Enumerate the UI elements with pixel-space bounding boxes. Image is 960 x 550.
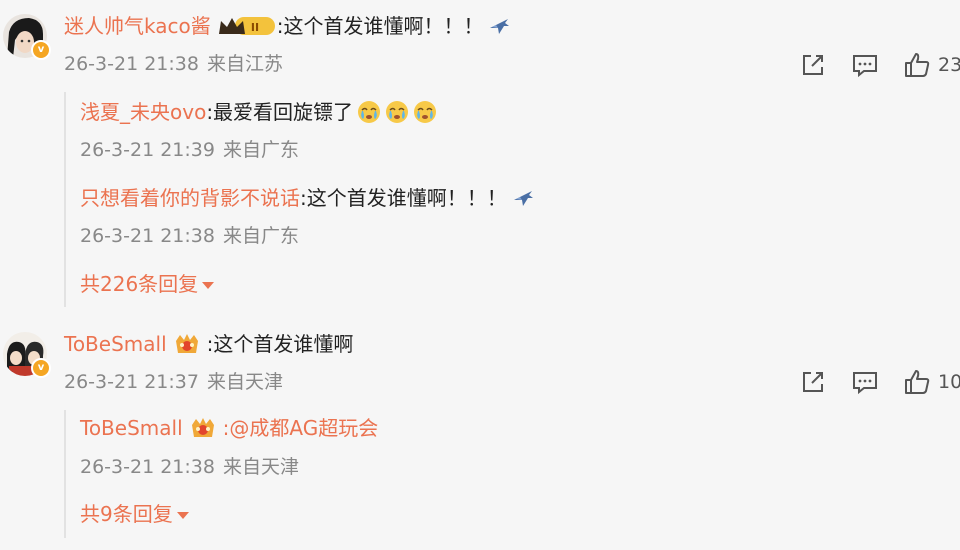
reply-meta: 26-3-21 21:38 来自天津 [80, 454, 299, 480]
verified-badge-icon: v [31, 40, 51, 60]
reply-meta: 26-3-21 21:38 来自广东 [80, 223, 299, 249]
vip-badge-icon [175, 334, 198, 353]
reply-username[interactable]: 浅夏_未央ovo [80, 100, 206, 124]
reply-text-line: ToBeSmall :@成都AG超玩会 [80, 414, 378, 442]
share-icon[interactable] [798, 50, 828, 80]
comment-text-line: 迷人帅气kaco酱 II :这个首发谁懂啊！！！ [64, 12, 511, 40]
more-replies-link[interactable]: 共226条回复 [80, 270, 215, 298]
comment-content: :这个首发谁懂啊！！！ [276, 14, 484, 38]
timestamp: 26-3-21 21:38 [64, 53, 199, 75]
caret-down-icon [202, 282, 215, 289]
reply-content: :这个首发谁懂啊！！！ [300, 186, 507, 210]
crying-emoji-icon [414, 101, 437, 123]
like-count: 10 [938, 371, 960, 393]
location: 来自天津 [206, 371, 283, 393]
timestamp: 26-3-21 21:39 [80, 139, 215, 161]
comment-content: :这个首发谁懂啊 [206, 332, 354, 356]
reply-username[interactable]: 只想看着你的背影不说话 [80, 186, 300, 210]
comment-meta: 26-3-21 21:38 来自江苏 [64, 51, 283, 77]
caret-down-icon [176, 512, 189, 519]
badge-level: II [251, 21, 259, 34]
reply-text-line: 只想看着你的背影不说话:这个首发谁懂啊！！！ [80, 184, 535, 212]
like-count: 23 [938, 54, 960, 76]
timestamp: 26-3-21 21:37 [64, 371, 199, 393]
airplane-emoji-icon [490, 19, 510, 34]
timestamp: 26-3-21 21:38 [80, 456, 215, 478]
crown-badge-icon: II [218, 17, 275, 35]
comment-meta: 26-3-21 21:37 来自天津 [64, 369, 283, 395]
more-replies-label: 共9条回复 [80, 502, 173, 526]
like-icon[interactable] [902, 50, 932, 80]
comment-icon[interactable] [850, 50, 880, 80]
location: 来自广东 [222, 139, 299, 161]
username[interactable]: 迷人帅气kaco酱 [64, 14, 211, 38]
reply-thread [64, 92, 66, 307]
like-icon[interactable] [902, 367, 932, 397]
avatar[interactable]: v [3, 332, 51, 378]
reply-meta: 26-3-21 21:39 来自广东 [80, 137, 299, 163]
more-replies-link[interactable]: 共9条回复 [80, 500, 189, 528]
reply-text-line: 浅夏_未央ovo:最爱看回旋镖了 [80, 98, 437, 126]
location: 来自天津 [222, 456, 299, 478]
location: 来自江苏 [206, 53, 283, 75]
share-icon[interactable] [798, 367, 828, 397]
location: 来自广东 [222, 225, 299, 247]
reply-content: :最爱看回旋镖了 [206, 100, 354, 124]
comment-icon[interactable] [850, 367, 880, 397]
more-replies-label: 共226条回复 [80, 272, 199, 296]
vip-badge-icon [191, 418, 214, 437]
reply-thread [64, 410, 66, 538]
reply-content: :@成都AG超玩会 [222, 416, 379, 440]
verified-badge-icon: v [31, 358, 51, 378]
comment-text-line: ToBeSmall :这个首发谁懂啊 [64, 330, 353, 358]
reply-username[interactable]: ToBeSmall [80, 416, 183, 440]
crying-emoji-icon [358, 101, 381, 123]
crying-emoji-icon [386, 101, 409, 123]
avatar[interactable]: v [3, 14, 51, 60]
timestamp: 26-3-21 21:38 [80, 225, 215, 247]
airplane-emoji-icon [513, 191, 533, 206]
username[interactable]: ToBeSmall [64, 332, 167, 356]
